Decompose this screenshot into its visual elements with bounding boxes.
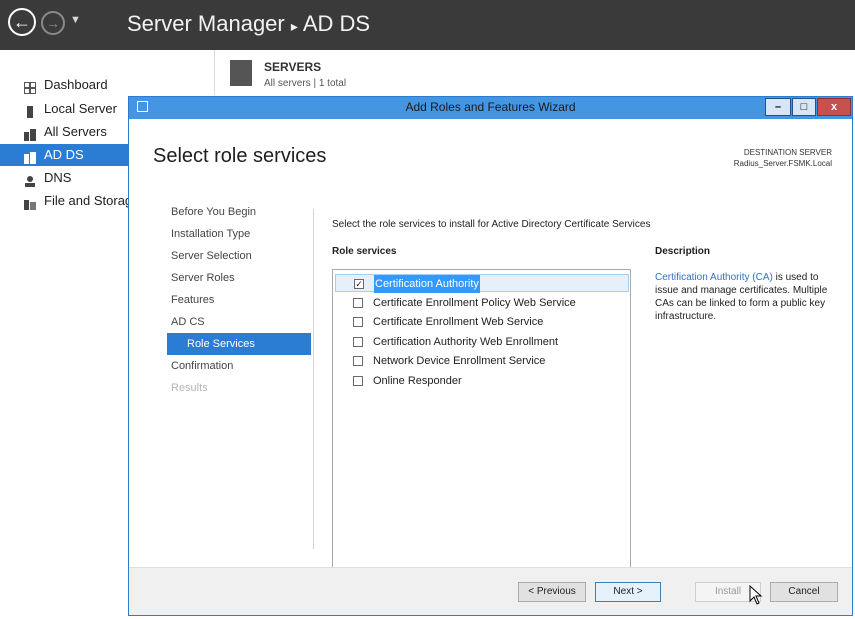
description-header: Description bbox=[655, 246, 711, 257]
step-role-services[interactable]: Role Services bbox=[167, 333, 311, 355]
sidebar-item-local-server[interactable]: Local Server bbox=[0, 98, 129, 120]
step-results: Results bbox=[171, 382, 208, 394]
next-button[interactable]: Next > bbox=[595, 582, 661, 602]
sidebar-item-label: Dashboard bbox=[44, 77, 108, 92]
destination-server: DESTINATION SERVER Radius_Server.FSMK.Lo… bbox=[734, 147, 832, 169]
tile-divider bbox=[214, 50, 215, 95]
checkbox[interactable] bbox=[353, 356, 363, 366]
maximize-button[interactable]: □ bbox=[792, 98, 816, 116]
role-service-label: Certificate Enrollment Policy Web Servic… bbox=[373, 297, 576, 309]
checkbox[interactable] bbox=[353, 376, 363, 386]
breadcrumb: Server Manager ▸ AD DS bbox=[127, 11, 370, 37]
step-confirmation[interactable]: Confirmation bbox=[167, 355, 311, 377]
dashboard-icon bbox=[24, 79, 36, 94]
step-server-roles[interactable]: Server Roles bbox=[167, 267, 311, 289]
mouse-pointer-icon bbox=[749, 585, 763, 605]
minimize-button[interactable]: – bbox=[765, 98, 791, 116]
description-text: Certification Authority (CA) is used to … bbox=[655, 271, 835, 323]
wizard-titlebar[interactable]: Add Roles and Features Wizard – □ x bbox=[129, 97, 852, 119]
breadcrumb-separator: ▸ bbox=[290, 18, 298, 34]
sidebar-item-dashboard[interactable]: Dashboard bbox=[0, 74, 129, 96]
add-roles-wizard-window: Add Roles and Features Wizard – □ x Sele… bbox=[128, 96, 853, 616]
server-manager-titlebar: ← → ▼ Server Manager ▸ AD DS bbox=[0, 0, 855, 50]
servers-tile-title: SERVERS bbox=[264, 60, 322, 74]
instruction-text: Select the role services to install for … bbox=[332, 219, 651, 230]
destination-server-name: Radius_Server.FSMK.Local bbox=[733, 159, 832, 168]
role-service-label: Certificate Enrollment Web Service bbox=[373, 316, 544, 328]
role-service-ca-web-enrollment[interactable]: Certification Authority Web Enrollment bbox=[335, 333, 629, 351]
sidebar-item-label: All Servers bbox=[44, 124, 107, 139]
wizard-steps-nav: Before You Begin Installation Type Serve… bbox=[167, 201, 311, 399]
close-button[interactable]: x bbox=[817, 98, 851, 116]
breadcrumb-app: Server Manager bbox=[127, 11, 285, 36]
file-storage-icon bbox=[24, 195, 36, 210]
all-servers-icon bbox=[24, 126, 36, 141]
checkbox[interactable] bbox=[353, 337, 363, 347]
role-service-label: Network Device Enrollment Service bbox=[373, 355, 546, 367]
wizard-body: Select role services DESTINATION SERVER … bbox=[129, 119, 852, 572]
cancel-button[interactable]: Cancel bbox=[770, 582, 838, 602]
step-installation-type[interactable]: Installation Type bbox=[167, 223, 311, 245]
sidebar-item-ad-ds[interactable]: AD DS bbox=[0, 144, 129, 166]
role-service-online-responder[interactable]: Online Responder bbox=[335, 372, 629, 390]
checkbox[interactable] bbox=[353, 317, 363, 327]
sidebar-item-file-storage[interactable]: File and Storag bbox=[0, 190, 129, 212]
role-service-enrollment-policy-web-service[interactable]: Certificate Enrollment Policy Web Servic… bbox=[335, 294, 629, 312]
role-service-label: Certification Authority Web Enrollment bbox=[373, 336, 559, 348]
breadcrumb-page: AD DS bbox=[302, 11, 371, 36]
steps-divider bbox=[313, 209, 314, 549]
checkbox-checked[interactable]: ✓ bbox=[354, 279, 364, 289]
servers-tile-subtitle: All servers | 1 total bbox=[264, 78, 347, 89]
sidebar-item-label: File and Storag bbox=[44, 193, 129, 208]
step-features[interactable]: Features bbox=[167, 289, 311, 311]
ad-ds-icon bbox=[24, 149, 36, 164]
servers-icon bbox=[230, 60, 252, 86]
local-server-icon bbox=[24, 103, 36, 118]
page-title: Select role services bbox=[153, 145, 327, 167]
role-service-label: Online Responder bbox=[373, 375, 462, 387]
sidebar: Dashboard Local Server All Servers AD DS… bbox=[0, 50, 129, 619]
sidebar-item-dns[interactable]: DNS bbox=[0, 167, 129, 189]
sidebar-item-label: Local Server bbox=[44, 101, 117, 116]
step-ad-cs[interactable]: AD CS bbox=[167, 311, 311, 333]
dns-icon bbox=[24, 172, 36, 187]
back-arrow-icon[interactable]: ← bbox=[8, 8, 36, 36]
wizard-footer: < Previous Next > Install Cancel bbox=[129, 567, 852, 615]
role-service-network-device-enrollment[interactable]: Network Device Enrollment Service bbox=[335, 352, 629, 370]
step-server-selection[interactable]: Server Selection bbox=[167, 245, 311, 267]
step-before-you-begin[interactable]: Before You Begin bbox=[167, 201, 311, 223]
role-service-certification-authority[interactable]: ✓ Certification Authority bbox=[335, 274, 629, 293]
description-link[interactable]: Certification Authority (CA) bbox=[655, 272, 773, 283]
checkbox[interactable] bbox=[353, 298, 363, 308]
destination-label: DESTINATION SERVER bbox=[743, 148, 832, 157]
previous-button[interactable]: < Previous bbox=[518, 582, 586, 602]
sidebar-item-label: DNS bbox=[44, 170, 72, 185]
sidebar-item-label: AD DS bbox=[44, 147, 84, 162]
forward-arrow-icon[interactable]: → bbox=[41, 11, 65, 35]
history-dropdown-icon[interactable]: ▼ bbox=[70, 14, 81, 26]
sidebar-item-all-servers[interactable]: All Servers bbox=[0, 121, 129, 143]
role-service-label: Certification Authority bbox=[374, 275, 480, 293]
role-services-list[interactable]: ✓ Certification Authority Certificate En… bbox=[332, 269, 631, 572]
role-service-enrollment-web-service[interactable]: Certificate Enrollment Web Service bbox=[335, 313, 629, 331]
role-services-header: Role services bbox=[332, 246, 397, 257]
wizard-title: Add Roles and Features Wizard bbox=[405, 100, 576, 114]
